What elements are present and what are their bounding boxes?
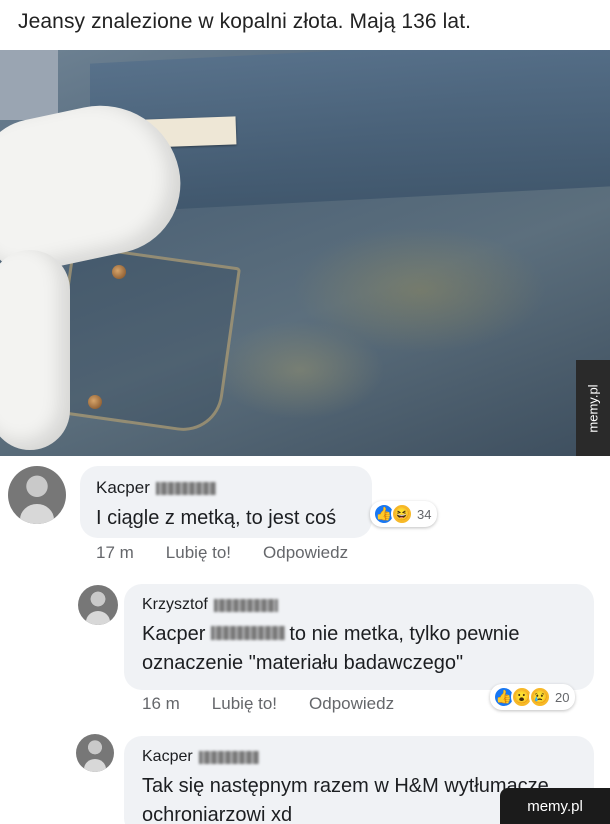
reply-button[interactable]: Odpowiedz bbox=[309, 694, 394, 714]
comment-bubble: Kacper I ciągle z metką, to jest coś bbox=[80, 466, 372, 538]
comment-author[interactable]: Krzysztof bbox=[142, 596, 278, 614]
rivet bbox=[112, 265, 126, 279]
glove-hand bbox=[0, 250, 70, 450]
sleeve bbox=[0, 50, 58, 120]
comment-actions: 16 m Lubię to! Odpowiedz bbox=[142, 694, 394, 714]
reaction-summary[interactable]: 👍 😮 😢 20 bbox=[490, 684, 576, 710]
avatar[interactable] bbox=[76, 734, 114, 772]
reaction-count: 34 bbox=[417, 506, 432, 522]
comment-bubble: Krzysztof Kacper to nie metka, tylko pewn… bbox=[124, 584, 594, 690]
comment-author[interactable]: Kacper bbox=[96, 478, 216, 498]
jeans-pocket bbox=[48, 243, 242, 437]
comment-time: 17 m bbox=[96, 543, 134, 562]
reaction-count: 20 bbox=[555, 689, 570, 705]
comment-text: Kacper to nie metka, tylko pewnie oznacze… bbox=[142, 623, 520, 674]
avatar[interactable] bbox=[78, 585, 118, 625]
jeans-photo: memy.pl bbox=[0, 50, 610, 456]
rivet bbox=[88, 395, 102, 409]
memy-badge: memy.pl bbox=[500, 788, 610, 824]
comment-time: 16 m bbox=[142, 694, 180, 713]
reply-button[interactable]: Odpowiedz bbox=[263, 543, 348, 563]
haha-icon: 😆 bbox=[391, 503, 413, 525]
comment-author[interactable]: Kacper bbox=[142, 748, 259, 766]
comment-text: I ciągle z metką, to jest coś bbox=[96, 507, 337, 529]
comment-actions: 17 m Lubię to! Odpowiedz bbox=[96, 543, 348, 563]
reaction-summary[interactable]: 👍 😆 34 bbox=[370, 501, 438, 527]
post-title: Jeansy znalezione w kopalni złota. Mają … bbox=[18, 10, 472, 33]
sad-icon: 😢 bbox=[529, 686, 551, 708]
memy-watermark: memy.pl bbox=[576, 360, 610, 456]
like-button[interactable]: Lubię to! bbox=[166, 543, 231, 563]
mention-link[interactable]: Kacper bbox=[142, 623, 289, 645]
separator bbox=[0, 456, 610, 460]
avatar[interactable] bbox=[8, 466, 66, 524]
like-button[interactable]: Lubię to! bbox=[212, 694, 277, 714]
